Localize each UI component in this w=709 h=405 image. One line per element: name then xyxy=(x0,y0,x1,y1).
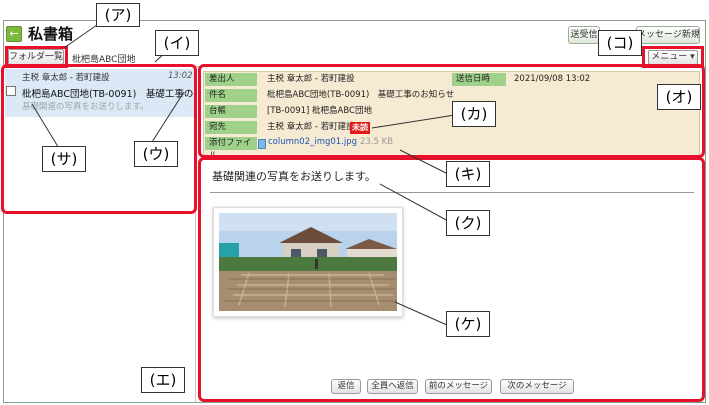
annotation-label-e: (エ) xyxy=(141,367,185,393)
annotation-label-ku: (ク) xyxy=(446,210,490,236)
annotation-label-a: (ア) xyxy=(96,3,140,27)
annotation-leader-lines xyxy=(31,19,456,326)
annotation-label-i: (イ) xyxy=(155,30,199,56)
annotation-label-u: (ウ) xyxy=(134,141,178,167)
annotation-label-ke: (ケ) xyxy=(446,311,490,337)
annotation-label-sa: (サ) xyxy=(42,146,86,172)
annotation-label-o: (オ) xyxy=(657,84,701,110)
annotation-label-ko: (コ) xyxy=(598,30,642,56)
annotation-label-ki: (キ) xyxy=(446,161,490,187)
annotation-label-ka: (カ) xyxy=(452,101,496,127)
